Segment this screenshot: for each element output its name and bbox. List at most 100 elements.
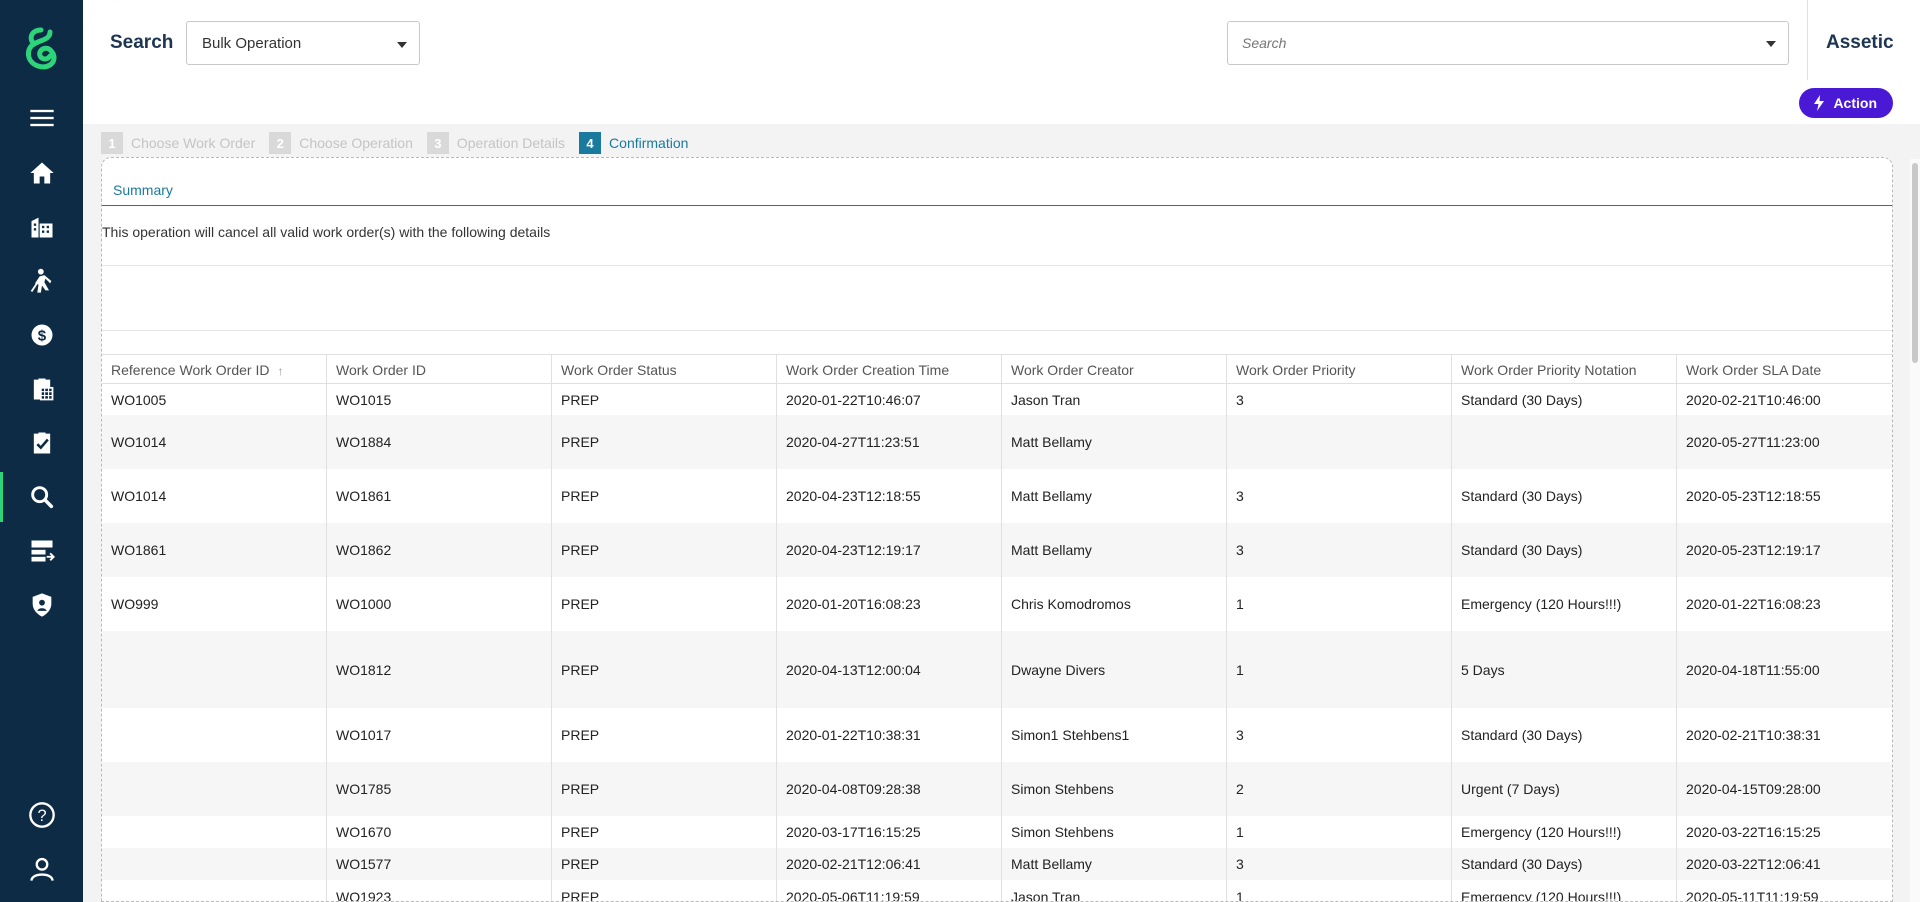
table-cell — [1452, 415, 1677, 469]
table-cell: WO1861 — [327, 469, 552, 523]
table-row[interactable]: WO1017 PREP 2020-01-22T10:38:31 Simon1 Steh… — [102, 708, 1892, 762]
table-row[interactable]: WO1785 PREP 2020-04-08T09:28:38 Simon Stehb… — [102, 762, 1892, 816]
table-row[interactable]: WO1861 WO1862 PREP 2020-04-23T12:19:17 Matt … — [102, 523, 1892, 577]
column-header[interactable]: Work Order Creator — [1002, 355, 1227, 383]
column-header[interactable]: Work Order Priority — [1227, 355, 1452, 383]
column-header[interactable]: Work Order Priority Notation — [1452, 355, 1677, 383]
table-cell: 2020-03-22T12:06:41 — [1686, 856, 1821, 872]
table-row[interactable]: WO1014 WO1884 PREP 2020-04-27T11:23:51 Matt … — [102, 415, 1892, 469]
table-cell: WO1861 — [102, 523, 327, 577]
table-cell: 3 — [1227, 848, 1452, 880]
step-number: 3 — [426, 132, 449, 154]
dropdown-value: Bulk Operation — [202, 35, 302, 52]
table-cell: Matt Bellamy — [1002, 469, 1227, 523]
table-row[interactable]: WO1577 PREP 2020-02-21T12:06:41 Matt Bellam… — [102, 848, 1892, 880]
column-header[interactable]: Reference Work Order ID ↑ — [102, 355, 327, 383]
table-cell: 2020-05-06T11:19:59 — [777, 880, 1002, 901]
table-cell: 2020-04-18T11:55:00 — [1686, 661, 1820, 678]
column-header-label: Work Order Creator — [1011, 362, 1134, 378]
table-cell: Standard (30 Days) — [1452, 523, 1677, 577]
table-cell: PREP — [552, 631, 777, 708]
table-cell: 2020-01-20T16:08:23 — [777, 577, 1002, 631]
svg-text:$: $ — [37, 327, 46, 344]
table-cell: 2020-05-11T11:19:59 — [1686, 889, 1819, 902]
table-cell: 1 — [1227, 816, 1452, 848]
sort-ascending-icon[interactable]: ↑ — [277, 364, 283, 378]
table-cell: Standard (30 Days) — [1452, 469, 1677, 523]
table-cell: Emergency (120 Hours!!!) — [1452, 577, 1677, 631]
step-confirmation[interactable]: 4 Confirmation — [579, 132, 688, 154]
confirmation-panel: Summary This operation will cancel all v… — [101, 157, 1893, 902]
search-icon[interactable] — [0, 472, 83, 522]
user-icon[interactable] — [0, 844, 83, 894]
table-cell: Standard (30 Days) — [1452, 384, 1677, 415]
table-cell: Dwayne Divers — [1002, 631, 1227, 708]
column-header-label: Work Order SLA Date — [1686, 362, 1822, 378]
search-input[interactable] — [1228, 22, 1728, 64]
step-label: Operation Details — [456, 135, 566, 151]
table-row[interactable]: WO1005 WO1015 PREP 2020-01-22T10:46:07 Jason… — [102, 384, 1892, 415]
step-operation-details[interactable]: 3 Operation Details — [426, 132, 566, 154]
help-icon[interactable]: ? — [0, 790, 83, 840]
finance-icon[interactable]: $ — [0, 310, 83, 360]
caret-down-icon[interactable] — [1766, 41, 1776, 47]
server-export-icon[interactable] — [0, 526, 83, 576]
step-choose-operation[interactable]: 2 Choose Operation — [269, 132, 413, 154]
table-cell: 3 — [1227, 523, 1452, 577]
step-label: Choose Operation — [299, 135, 413, 151]
clipboard-table-icon[interactable] — [0, 364, 83, 414]
global-search[interactable] — [1227, 21, 1789, 65]
shield-user-icon[interactable] — [0, 580, 83, 630]
table-row[interactable]: WO1014 WO1861 PREP 2020-04-23T12:18:55 Matt … — [102, 469, 1892, 523]
table-cell: WO1005 — [102, 384, 327, 415]
vertical-scrollbar[interactable] — [1910, 159, 1920, 902]
table-cell: Chris Komodromos — [1002, 577, 1227, 631]
column-header[interactable]: Work Order SLA Date — [1677, 355, 1874, 383]
step-number: 2 — [269, 132, 292, 154]
lightning-icon — [1814, 95, 1825, 111]
home-icon[interactable] — [0, 148, 83, 198]
column-header-label: Work Order Priority Notation — [1461, 362, 1637, 378]
table-cell: Matt Bellamy — [1002, 848, 1227, 880]
menu-icon[interactable] — [0, 93, 83, 143]
table-cell: Matt Bellamy — [1002, 523, 1227, 577]
step-choose-work-order[interactable]: 1 Choose Work Order — [101, 132, 255, 154]
table-cell: 2020-01-22T10:46:07 — [777, 384, 1002, 415]
action-button[interactable]: Action — [1799, 88, 1893, 118]
column-header[interactable]: Work Order Creation Time — [777, 355, 1002, 383]
clipboard-check-icon[interactable] — [0, 418, 83, 468]
table-cell: Emergency (120 Hours!!!) — [1452, 816, 1677, 848]
table-cell: WO1014 — [102, 469, 327, 523]
table-cell: Jason Tran — [1002, 384, 1227, 415]
table-cell: WO1862 — [327, 523, 552, 577]
table-row[interactable]: WO999 WO1000 PREP 2020-01-20T16:08:23 Chris … — [102, 577, 1892, 631]
table-cell — [102, 762, 327, 816]
caret-down-icon — [397, 42, 407, 48]
table-cell: 5 Days — [1452, 631, 1677, 708]
work-order-table: Reference Work Order ID ↑ Work Order ID Wor… — [102, 354, 1892, 902]
table-row[interactable]: WO1812 PREP 2020-04-13T12:00:04 Dwayne Dive… — [102, 631, 1892, 708]
table-cell — [102, 708, 327, 762]
worker-icon[interactable] — [0, 256, 83, 306]
table-cell — [102, 848, 327, 880]
column-header-label: Work Order Priority — [1236, 362, 1356, 378]
table-cell: Jason Tran — [1002, 880, 1227, 901]
table-cell: Standard (30 Days) — [1452, 848, 1677, 880]
search-type-dropdown[interactable]: Bulk Operation — [186, 21, 420, 65]
table-row[interactable]: WO1923 PREP 2020-05-06T11:19:59 Jason Tran 1… — [102, 880, 1892, 902]
column-header[interactable]: Work Order Status — [552, 355, 777, 383]
table-cell — [102, 631, 327, 708]
table-row[interactable]: WO1670 PREP 2020-03-17T16:15:25 Simon Stehb… — [102, 816, 1892, 848]
buildings-icon[interactable] — [0, 202, 83, 252]
table-cell: WO1017 — [327, 708, 552, 762]
table-cell: Simon Stehbens — [1002, 762, 1227, 816]
table-cell: 2020-03-22T16:15:25 — [1686, 824, 1821, 840]
table-cell — [102, 816, 327, 848]
table-cell: WO1577 — [327, 848, 552, 880]
table-cell: PREP — [552, 384, 777, 415]
tab-summary[interactable]: Summary — [113, 182, 173, 198]
assetic-logo-icon[interactable] — [20, 26, 62, 72]
scrollbar-thumb[interactable] — [1912, 163, 1918, 363]
table-cell: WO999 — [102, 577, 327, 631]
column-header[interactable]: Work Order ID — [327, 355, 552, 383]
